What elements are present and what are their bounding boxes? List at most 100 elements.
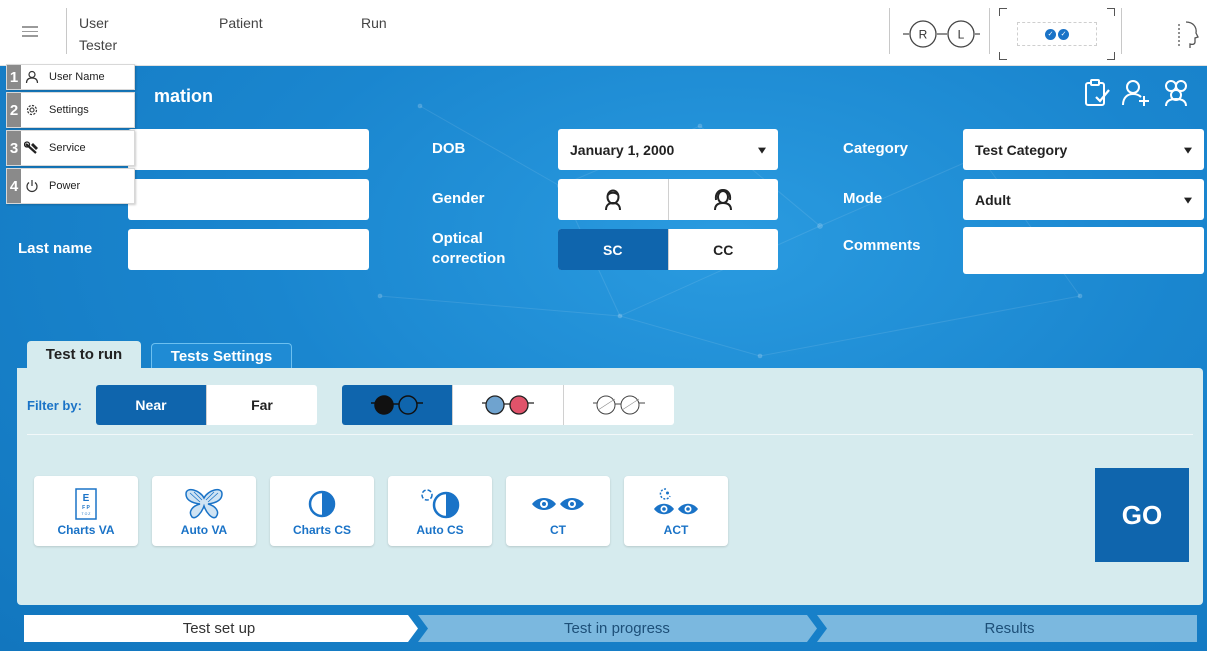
red-blue-glasses-icon: [482, 395, 534, 415]
both-eyes-selector[interactable]: ✓ ✓: [999, 8, 1115, 60]
menu-item-label: User Name: [49, 71, 105, 83]
menu-item-power[interactable]: 4 Power: [6, 168, 135, 204]
optical-correction-toggle: SC CC: [558, 229, 778, 270]
test-charts-cs-button[interactable]: Charts CS: [270, 476, 374, 546]
last-name-input[interactable]: [128, 229, 369, 270]
svg-text:E: E: [83, 493, 90, 504]
dob-value: January 1, 2000: [570, 141, 675, 158]
menu-item-label: Power: [49, 180, 81, 192]
test-label: ACT: [663, 523, 689, 537]
eyes-icon: [530, 487, 586, 521]
gender-label: Gender: [432, 190, 485, 207]
dropdown-arrow-icon: [1184, 197, 1192, 204]
divider: [1121, 8, 1122, 54]
check-icon: ✓: [1045, 28, 1056, 40]
dropdown-arrow-icon: [1184, 147, 1192, 154]
test-act-button[interactable]: ACT: [624, 476, 728, 546]
user-menu: 1 User Name 2 Settings 3 Service 4 Power: [6, 64, 135, 206]
test-charts-va-button[interactable]: E F P T O Z Charts VA: [34, 476, 138, 546]
filter-far-button[interactable]: Far: [206, 385, 317, 425]
first-name-input[interactable]: [128, 129, 369, 170]
butterfly-icon: [182, 487, 226, 521]
menu-item-number: 4: [7, 169, 21, 203]
power-icon: [23, 177, 41, 195]
test-auto-va-button[interactable]: Auto VA: [152, 476, 256, 546]
check-icon: ✓: [1058, 28, 1069, 40]
category-value: Test Category: [975, 141, 1068, 158]
main-area: mation Last name DOB January 1, 2000 Gen…: [0, 66, 1207, 651]
group-users-icon[interactable]: [1161, 78, 1191, 108]
mode-select[interactable]: Adult: [963, 179, 1204, 220]
hamburger-menu-icon[interactable]: [22, 26, 38, 38]
menu-item-label: Settings: [49, 104, 89, 116]
contrast-icon: [307, 487, 337, 521]
eye-selector[interactable]: R L: [901, 19, 981, 49]
patient-label[interactable]: Patient: [219, 15, 263, 31]
gender-female-option[interactable]: [667, 179, 779, 220]
menu-item-number: 1: [7, 65, 21, 89]
header-icons: [1083, 78, 1191, 108]
dob-select[interactable]: January 1, 2000: [558, 129, 778, 170]
filter-black-lens-button[interactable]: [342, 385, 452, 425]
menu-item-user-name[interactable]: 1 User Name: [6, 64, 135, 90]
optical-sc-option[interactable]: SC: [558, 229, 668, 270]
filter-label: Filter by:: [27, 398, 82, 413]
black-lens-glasses-icon: [371, 395, 423, 415]
test-label: Charts CS: [292, 523, 351, 537]
test-ct-button[interactable]: CT: [506, 476, 610, 546]
alternate-eyes-icon: [648, 487, 704, 521]
go-button[interactable]: GO: [1095, 468, 1189, 562]
add-user-icon[interactable]: [1121, 78, 1151, 108]
optical-correction-label: Optical correction: [432, 230, 506, 267]
test-panel: Filter by: Near Far E F P T O Z Charts V…: [17, 368, 1203, 605]
wrench-icon: [23, 139, 41, 157]
clipboard-check-icon[interactable]: [1083, 78, 1111, 108]
menu-item-settings[interactable]: 2 Settings: [6, 92, 135, 128]
glasses-filter: [342, 385, 674, 425]
male-head-icon: [604, 189, 621, 210]
dob-label: DOB: [432, 140, 466, 157]
menu-item-number: 3: [7, 131, 21, 165]
menu-item-label: Service: [49, 142, 86, 154]
middle-name-input[interactable]: [128, 179, 369, 220]
comments-label: Comments: [843, 237, 921, 254]
eye-chart-icon: E F P T O Z: [75, 487, 97, 521]
category-select[interactable]: Test Category: [963, 129, 1204, 170]
both-eyes-button[interactable]: ✓ ✓: [1017, 22, 1097, 46]
test-label: Auto VA: [180, 523, 228, 537]
category-label: Category: [843, 140, 909, 157]
svg-text:F P: F P: [82, 505, 90, 511]
test-label: CT: [550, 523, 566, 537]
svg-text:T O Z: T O Z: [82, 512, 92, 516]
left-eye-letter: L: [958, 28, 965, 42]
right-eye-letter: R: [919, 28, 928, 42]
filter-redblue-lens-button[interactable]: [452, 385, 563, 425]
step-test-in-progress: Test in progress: [564, 620, 670, 637]
test-label: Charts VA: [57, 523, 115, 537]
menu-item-service[interactable]: 3 Service: [6, 130, 135, 166]
run-label[interactable]: Run: [361, 15, 387, 31]
test-auto-cs-button[interactable]: Auto CS: [388, 476, 492, 546]
filter-near-button[interactable]: Near: [96, 385, 206, 425]
test-label: Auto CS: [416, 523, 464, 537]
clear-glasses-icon: [593, 395, 645, 415]
mode-label: Mode: [843, 190, 883, 207]
tab-test-to-run[interactable]: Test to run: [27, 341, 141, 368]
top-bar: User Tester Patient Run R L ✓ ✓: [0, 0, 1207, 66]
gear-icon: [23, 101, 41, 119]
step-results: Results: [984, 620, 1035, 637]
section-title: mation: [154, 86, 214, 106]
progress-steps: Test set up Test in progress Results: [24, 615, 1197, 642]
person-icon: [23, 68, 41, 86]
user-value: Tester: [79, 37, 118, 53]
comments-input[interactable]: [963, 227, 1204, 274]
divider: [66, 8, 67, 54]
step-test-setup: Test set up: [182, 620, 256, 637]
filter-clear-lens-button[interactable]: [563, 385, 674, 425]
tab-tests-settings[interactable]: Tests Settings: [151, 343, 292, 368]
optical-cc-option[interactable]: CC: [667, 229, 779, 270]
divider: [889, 8, 890, 54]
divider: [989, 8, 990, 54]
head-profile-icon[interactable]: [1176, 20, 1202, 55]
gender-male-option[interactable]: [558, 179, 668, 220]
